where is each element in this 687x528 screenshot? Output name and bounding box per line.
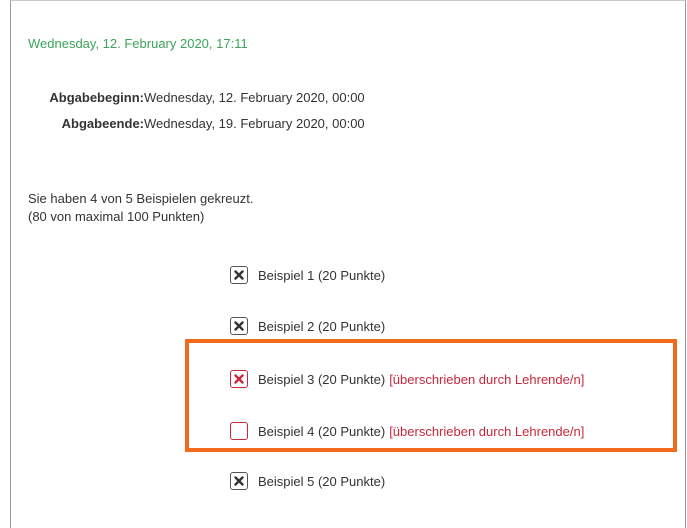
example-label-2: Beispiel 2 (20 Punkte) [258,318,386,334]
submission-end-value: Wednesday, 19. February 2020, 00:00 [144,116,365,131]
points-total-text: (80 von maximal 100 Punkten) [28,209,205,224]
example-label-3: Beispiel 3 (20 Punkte) [258,371,386,387]
override-note-3: [überschrieben durch Lehrende/n] [389,371,585,387]
example-checkbox-1[interactable] [230,266,248,284]
current-timestamp: Wednesday, 12. February 2020, 17:11 [28,36,248,51]
submission-end-row: Abgabeende:Wednesday, 19. February 2020,… [28,116,365,131]
submission-begin-label: Abgabebeginn: [49,90,144,105]
x-mark-icon [234,321,244,331]
submission-begin-row: Abgabebeginn:Wednesday, 12. February 202… [28,90,365,105]
example-checkbox-3[interactable] [230,370,248,388]
example-item-5: Beispiel 5 (20 Punkte) [230,470,385,492]
x-mark-icon [234,270,244,280]
example-item-2: Beispiel 2 (20 Punkte) [230,315,385,337]
example-label-5: Beispiel 5 (20 Punkte) [258,473,386,489]
example-label-1: Beispiel 1 (20 Punkte) [258,267,386,283]
crossed-summary: Sie haben 4 von 5 Beispielen gekreuzt. (… [28,190,254,226]
override-note-4: [überschrieben durch Lehrende/n] [389,423,585,439]
exercise-panel: Wednesday, 12. February 2020, 17:11 Abga… [10,0,686,528]
example-checkbox-4[interactable] [230,422,248,440]
x-mark-icon [234,374,244,384]
submission-begin-value: Wednesday, 12. February 2020, 00:00 [144,90,365,105]
example-item-1: Beispiel 1 (20 Punkte) [230,264,385,286]
submission-end-label: Abgabeende: [61,116,144,131]
x-mark-icon [234,476,244,486]
crossed-count-text: Sie haben 4 von 5 Beispielen gekreuzt. [28,191,254,206]
example-label-4: Beispiel 4 (20 Punkte) [258,423,386,439]
example-item-4: Beispiel 4 (20 Punkte) [überschrieben du… [230,420,584,442]
example-checkbox-2[interactable] [230,317,248,335]
example-checkbox-5[interactable] [230,472,248,490]
example-item-3: Beispiel 3 (20 Punkte) [überschrieben du… [230,368,584,390]
